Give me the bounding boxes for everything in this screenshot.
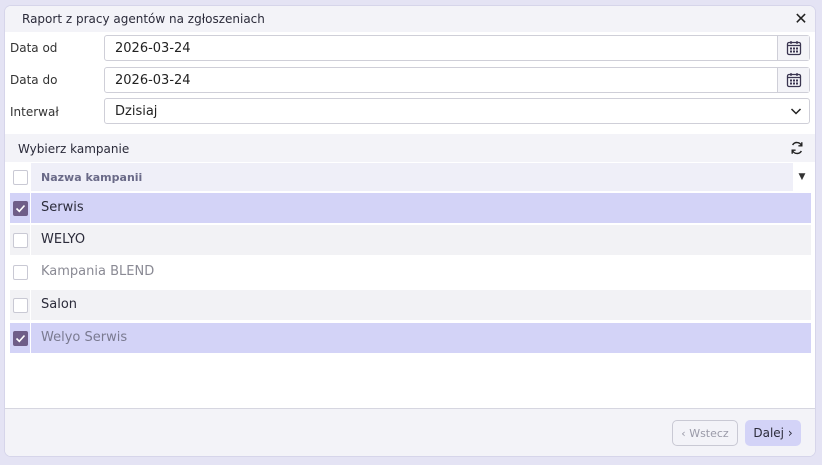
row-checkbox-cell xyxy=(10,257,30,287)
dialog-title: Raport z pracy agentów na zgłoszeniach xyxy=(22,12,265,26)
campaign-name: Salon xyxy=(41,297,78,312)
dialog-titlebar: Raport z pracy agentów na zgłoszeniach ✕ xyxy=(5,6,815,32)
table-row[interactable]: Serwis xyxy=(31,193,811,223)
date-to-value[interactable]: 2026-03-24 xyxy=(115,73,191,88)
row-checkbox[interactable] xyxy=(12,264,28,280)
select-all-checkbox[interactable] xyxy=(12,169,28,185)
interval-select[interactable]: Dzisiaj xyxy=(104,98,810,124)
back-button[interactable]: ‹ Wstecz xyxy=(672,420,738,446)
campaign-section-label: Wybierz kampanie xyxy=(18,142,130,156)
date-to-field[interactable]: 2026-03-24 xyxy=(104,67,810,93)
interval-value[interactable]: Dzisiaj xyxy=(115,104,157,119)
checkmark-icon xyxy=(15,204,25,212)
date-from-calendar-button[interactable] xyxy=(777,36,809,60)
report-dialog: Raport z pracy agentów na zgłoszeniach ✕… xyxy=(5,6,815,456)
campaign-name: WELYO xyxy=(41,232,86,247)
campaign-name: Serwis xyxy=(41,200,84,215)
refresh-icon[interactable] xyxy=(789,140,805,156)
row-checkbox-cell xyxy=(10,225,30,255)
campaign-name: Welyo Serwis xyxy=(41,330,128,345)
date-from-value[interactable]: 2026-03-24 xyxy=(115,41,191,56)
table-row[interactable]: Salon xyxy=(31,290,811,320)
campaign-section-header: Wybierz kampanie xyxy=(5,134,815,162)
select-all-cell xyxy=(10,162,30,192)
calendar-icon xyxy=(786,73,801,88)
next-button[interactable]: Dalej › xyxy=(745,420,801,446)
chevron-down-icon[interactable] xyxy=(789,104,803,118)
table-row[interactable]: WELYO xyxy=(31,225,811,255)
campaign-column-header[interactable]: Nazwa kampanii ▼ xyxy=(31,163,811,191)
campaign-name: Kampania BLEND xyxy=(41,264,155,279)
close-icon[interactable]: ✕ xyxy=(793,11,809,27)
row-checkbox[interactable] xyxy=(12,297,28,313)
row-checkbox[interactable] xyxy=(12,232,28,248)
date-to-calendar-button[interactable] xyxy=(777,68,809,92)
date-to-label: Data do xyxy=(10,73,58,87)
checkmark-icon xyxy=(15,334,25,342)
column-header-label: Nazwa kampanii xyxy=(41,171,143,184)
row-checkbox-cell xyxy=(10,290,30,320)
date-from-field[interactable]: 2026-03-24 xyxy=(104,35,810,61)
sort-dropdown-icon[interactable]: ▼ xyxy=(793,163,811,191)
row-checkbox-cell xyxy=(10,193,30,223)
date-from-label: Data od xyxy=(10,41,58,55)
table-row[interactable]: Welyo Serwis xyxy=(31,323,811,353)
row-checkbox-cell xyxy=(10,323,30,353)
row-checkbox[interactable] xyxy=(12,330,28,346)
row-checkbox[interactable] xyxy=(12,200,28,216)
calendar-icon xyxy=(786,41,801,56)
table-row[interactable]: Kampania BLEND xyxy=(31,257,811,287)
interval-label: Interwał xyxy=(10,105,59,119)
dialog-footer: ‹ Wstecz Dalej › xyxy=(5,408,815,456)
